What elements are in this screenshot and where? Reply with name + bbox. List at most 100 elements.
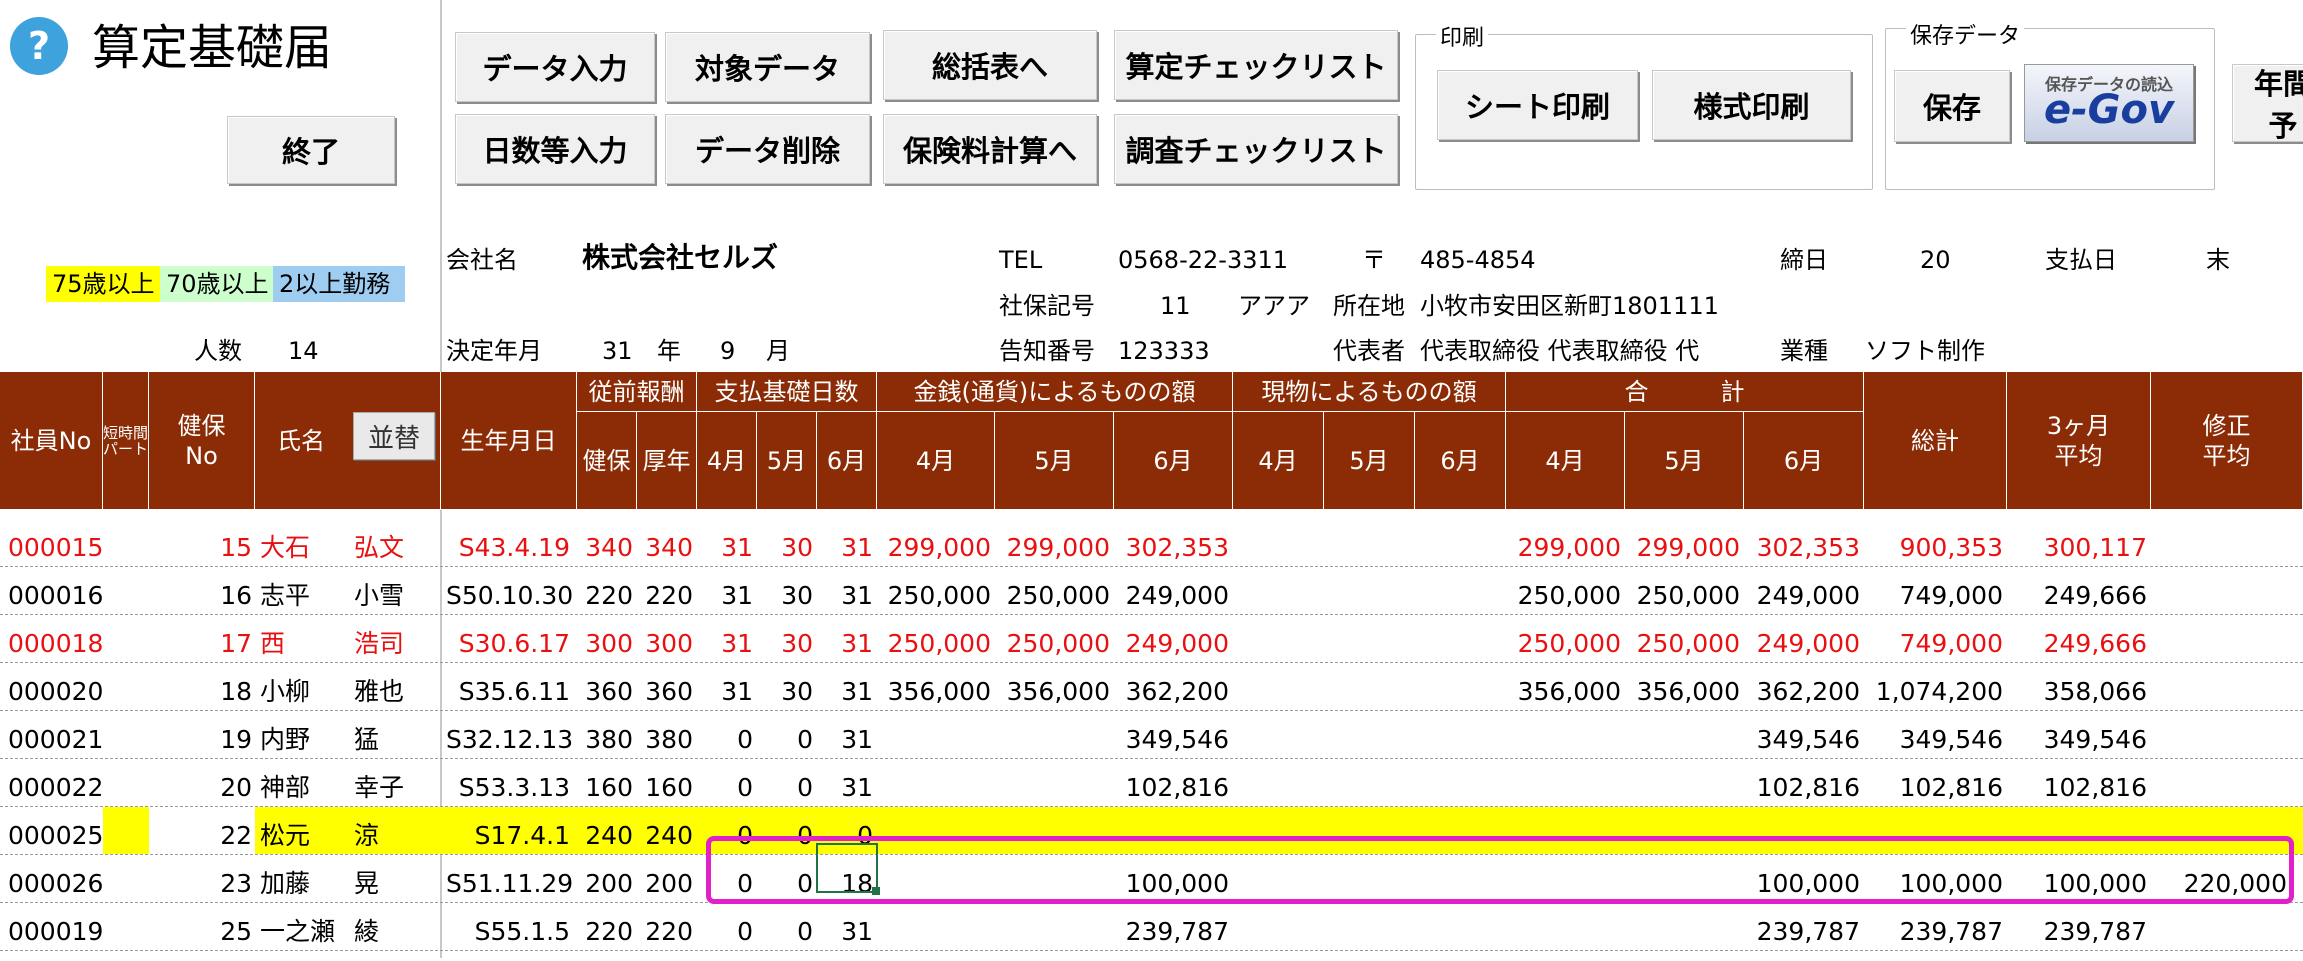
data-input-button[interactable]: データ入力: [455, 32, 655, 102]
cell-c6[interactable]: 349,546: [1114, 711, 1229, 759]
cell-emp[interactable]: 000020: [8, 663, 108, 711]
to-premium-calc-button[interactable]: 保険料計算へ: [883, 114, 1097, 184]
save-button[interactable]: 保存: [1894, 70, 2010, 142]
cell-emp[interactable]: 000016: [8, 567, 108, 615]
cell-k5[interactable]: [1324, 663, 1411, 711]
cell-k4[interactable]: [1233, 567, 1320, 615]
cell-birth[interactable]: S50.10.30: [446, 567, 573, 615]
cell-avg[interactable]: 239,787: [2007, 903, 2147, 951]
cell-c4[interactable]: 250,000: [877, 567, 991, 615]
cell-d5[interactable]: 30: [757, 519, 813, 567]
cell-rev[interactable]: [2151, 711, 2287, 759]
cell-avg[interactable]: 358,066: [2007, 663, 2147, 711]
cell-t4[interactable]: 356,000: [1506, 663, 1621, 711]
cell-d4[interactable]: 0: [697, 903, 753, 951]
target-data-button[interactable]: 対象データ: [665, 32, 870, 102]
cell-t5[interactable]: 250,000: [1625, 615, 1740, 663]
cell-d6[interactable]: 31: [817, 519, 873, 567]
cell-d4[interactable]: 31: [697, 519, 753, 567]
cell-first[interactable]: 晃: [354, 855, 444, 903]
sheet-print-button[interactable]: シート印刷: [1437, 70, 1638, 140]
cell-avg[interactable]: 249,666: [2007, 615, 2147, 663]
cell-k5[interactable]: [1324, 615, 1411, 663]
cell-t6[interactable]: 362,200: [1744, 663, 1860, 711]
cell-birth[interactable]: S53.3.13: [446, 759, 570, 807]
cell-c5[interactable]: [995, 903, 1110, 951]
cell-d5[interactable]: 30: [757, 663, 813, 711]
cell-t5[interactable]: 299,000: [1625, 519, 1740, 567]
cell-first[interactable]: 小雪: [354, 567, 444, 615]
cell-no[interactable]: 25: [180, 903, 252, 951]
cell-total[interactable]: 749,000: [1864, 567, 2003, 615]
cell-last[interactable]: 内野: [260, 711, 350, 759]
cell-first[interactable]: 綾: [354, 903, 444, 951]
cell-last[interactable]: 加藤: [260, 855, 350, 903]
cell-k4[interactable]: [1233, 663, 1320, 711]
help-icon[interactable]: ?: [10, 17, 68, 75]
calc-checklist-button[interactable]: 算定チェックリスト: [1114, 30, 1398, 100]
form-print-button[interactable]: 様式印刷: [1652, 70, 1851, 140]
egov-load-button[interactable]: 保存データの読込 e-Gov: [2024, 64, 2194, 142]
cell-first[interactable]: 弘文: [354, 519, 444, 567]
cell-birth[interactable]: S55.1.5: [446, 903, 570, 951]
cell-last[interactable]: 大石: [260, 519, 350, 567]
cell-t4[interactable]: [1506, 711, 1621, 759]
cell-rev[interactable]: [2151, 615, 2287, 663]
cell-t5[interactable]: [1625, 903, 1740, 951]
cell-first[interactable]: 浩司: [354, 615, 444, 663]
cell-c5[interactable]: 299,000: [995, 519, 1110, 567]
cell-k6[interactable]: [1415, 615, 1502, 663]
cell-first[interactable]: 猛: [354, 711, 444, 759]
cell-emp[interactable]: 000019: [8, 903, 108, 951]
cell-avg[interactable]: 249,666: [2007, 567, 2147, 615]
cell-k6[interactable]: [1415, 759, 1502, 807]
cell-t4[interactable]: 299,000: [1506, 519, 1621, 567]
cell-kenpo[interactable]: 340: [577, 519, 633, 567]
cell-rev[interactable]: [2151, 759, 2287, 807]
cell-c6[interactable]: 302,353: [1114, 519, 1229, 567]
cell-c5[interactable]: 356,000: [995, 663, 1110, 711]
cell-kosei[interactable]: 300: [637, 615, 693, 663]
cell-k5[interactable]: [1324, 759, 1411, 807]
to-summary-button[interactable]: 総括表へ: [883, 30, 1097, 100]
cell-d6[interactable]: 31: [817, 711, 873, 759]
survey-checklist-button[interactable]: 調査チェックリスト: [1114, 114, 1398, 184]
cell-no[interactable]: 23: [180, 855, 252, 903]
cell-first[interactable]: 涼: [354, 807, 444, 855]
cell-t6[interactable]: 302,353: [1744, 519, 1860, 567]
cell-d4[interactable]: 31: [697, 663, 753, 711]
cell-k6[interactable]: [1415, 903, 1502, 951]
cell-no[interactable]: 20: [180, 759, 252, 807]
cell-c4[interactable]: [877, 903, 991, 951]
cell-rev[interactable]: [2151, 663, 2287, 711]
cell-c5[interactable]: [995, 711, 1110, 759]
cell-kosei[interactable]: 340: [637, 519, 693, 567]
cell-rev[interactable]: [2151, 903, 2287, 951]
cell-c6[interactable]: 249,000: [1114, 615, 1229, 663]
cell-c4[interactable]: 250,000: [877, 615, 991, 663]
cell-kosei[interactable]: 360: [637, 663, 693, 711]
cell-t6[interactable]: 249,000: [1744, 567, 1860, 615]
cell-kenpo[interactable]: 360: [577, 663, 633, 711]
cell-t6[interactable]: 249,000: [1744, 615, 1860, 663]
cell-c4[interactable]: 299,000: [877, 519, 991, 567]
cell-d6[interactable]: 31: [817, 759, 873, 807]
cell-emp[interactable]: 000025: [8, 807, 108, 855]
cell-c5[interactable]: 250,000: [995, 567, 1110, 615]
cell-first[interactable]: 雅也: [354, 663, 444, 711]
cell-d5[interactable]: 0: [757, 759, 813, 807]
cell-t4[interactable]: 250,000: [1506, 567, 1621, 615]
cell-avg[interactable]: 300,117: [2007, 519, 2147, 567]
cell-emp[interactable]: 000021: [8, 711, 108, 759]
cell-t6[interactable]: 349,546: [1744, 711, 1860, 759]
cell-d5[interactable]: 30: [757, 615, 813, 663]
cell-birth[interactable]: S51.11.29: [446, 855, 573, 903]
cell-last[interactable]: 一之瀬: [260, 903, 350, 951]
cell-no[interactable]: 17: [180, 615, 252, 663]
cell-rev[interactable]: [2151, 567, 2287, 615]
cell-d6[interactable]: 31: [817, 567, 873, 615]
cell-emp[interactable]: 000018: [8, 615, 108, 663]
table-row[interactable]: 000019 25 一之瀬綾 S55.1.5 220 220 0 0 31 239,787 239,…: [0, 903, 2303, 951]
cell-k5[interactable]: [1324, 711, 1411, 759]
cell-k6[interactable]: [1415, 567, 1502, 615]
